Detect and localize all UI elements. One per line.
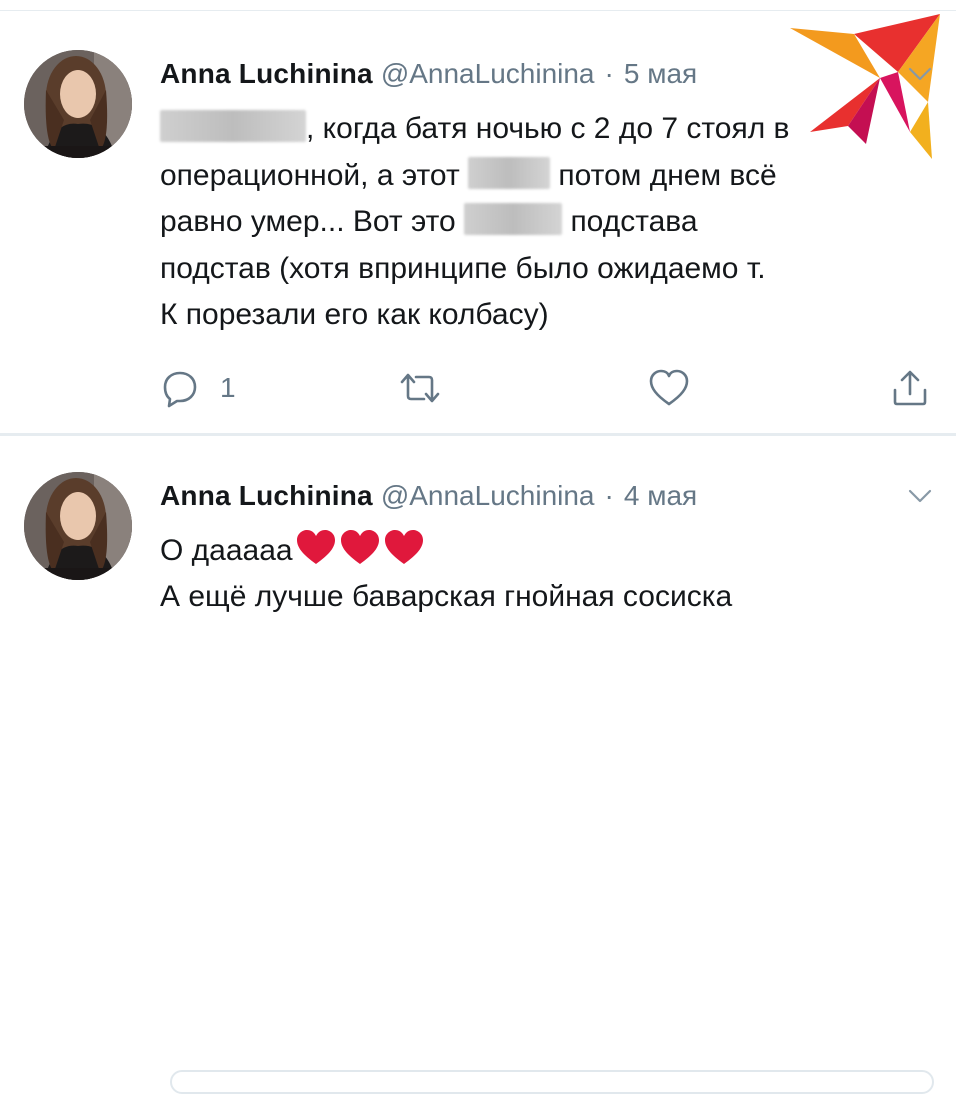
retweet-icon: [400, 373, 440, 403]
redacted-word: [468, 156, 551, 189]
red-heart-emoji: [384, 530, 423, 564]
share-button[interactable]: [890, 366, 930, 410]
heart-icon: [649, 369, 689, 406]
top-border: [0, 10, 956, 11]
text-line: , когда батя ночью с 2 до 7 стоял в: [160, 106, 940, 153]
redacted-word: [160, 110, 306, 142]
red-heart-emoji: [296, 530, 335, 564]
reply-icon: [163, 371, 197, 408]
tweet-text: О дааааа А ещё лучше баварская гнойная с…: [160, 528, 940, 620]
text-line: операционной, а этот потом днем всё: [160, 156, 777, 192]
author-handle[interactable]: @AnnaLuchinina: [381, 58, 595, 89]
avatar[interactable]: [24, 472, 132, 580]
chevron-down-icon[interactable]: [906, 64, 934, 84]
tweet-actions: 1: [160, 366, 940, 410]
tweet-date[interactable]: 4 мая: [624, 480, 697, 511]
text-line: А ещё лучше баварская гнойная сосиска: [160, 580, 733, 613]
retweet-button[interactable]: [398, 366, 442, 410]
tweet[interactable]: Anna Luchinina @AnnaLuchinina · 4 мая О даа…: [0, 436, 956, 1094]
redacted-word: [464, 203, 563, 235]
tweet-header: Anna Luchinina @AnnaLuchinina · 4 мая: [160, 478, 697, 514]
author-name[interactable]: Anna Luchinina: [160, 58, 373, 89]
share-icon: [893, 370, 927, 406]
separator-dot: ·: [604, 480, 614, 511]
text-line: равно умер... Вот это подстава: [160, 203, 698, 238]
tweet-text: , когда батя ночью с 2 до 7 стоял в опер…: [160, 106, 940, 339]
chevron-down-icon[interactable]: [906, 486, 934, 506]
quoted-card[interactable]: [170, 1070, 934, 1094]
reply-button[interactable]: 1: [160, 366, 236, 410]
author-name[interactable]: Anna Luchinina: [160, 480, 373, 511]
separator-dot: ·: [604, 58, 614, 89]
text-line: подстав (хотя впринципе было ожидаемо т.: [160, 251, 766, 285]
like-button[interactable]: [648, 366, 690, 410]
tweet[interactable]: Anna Luchinina @AnnaLuchinina · 5 мая , ког…: [0, 12, 956, 434]
text-line: К порезали его как колбасу): [160, 298, 549, 331]
author-handle[interactable]: @AnnaLuchinina: [381, 480, 595, 511]
tweet-header: Anna Luchinina @AnnaLuchinina · 5 мая: [160, 56, 697, 92]
red-heart-emoji: [340, 530, 379, 564]
reply-count: 1: [220, 372, 236, 403]
tweet-date[interactable]: 5 мая: [624, 58, 697, 89]
text-line: О дааааа: [160, 528, 940, 574]
avatar[interactable]: [24, 50, 132, 158]
